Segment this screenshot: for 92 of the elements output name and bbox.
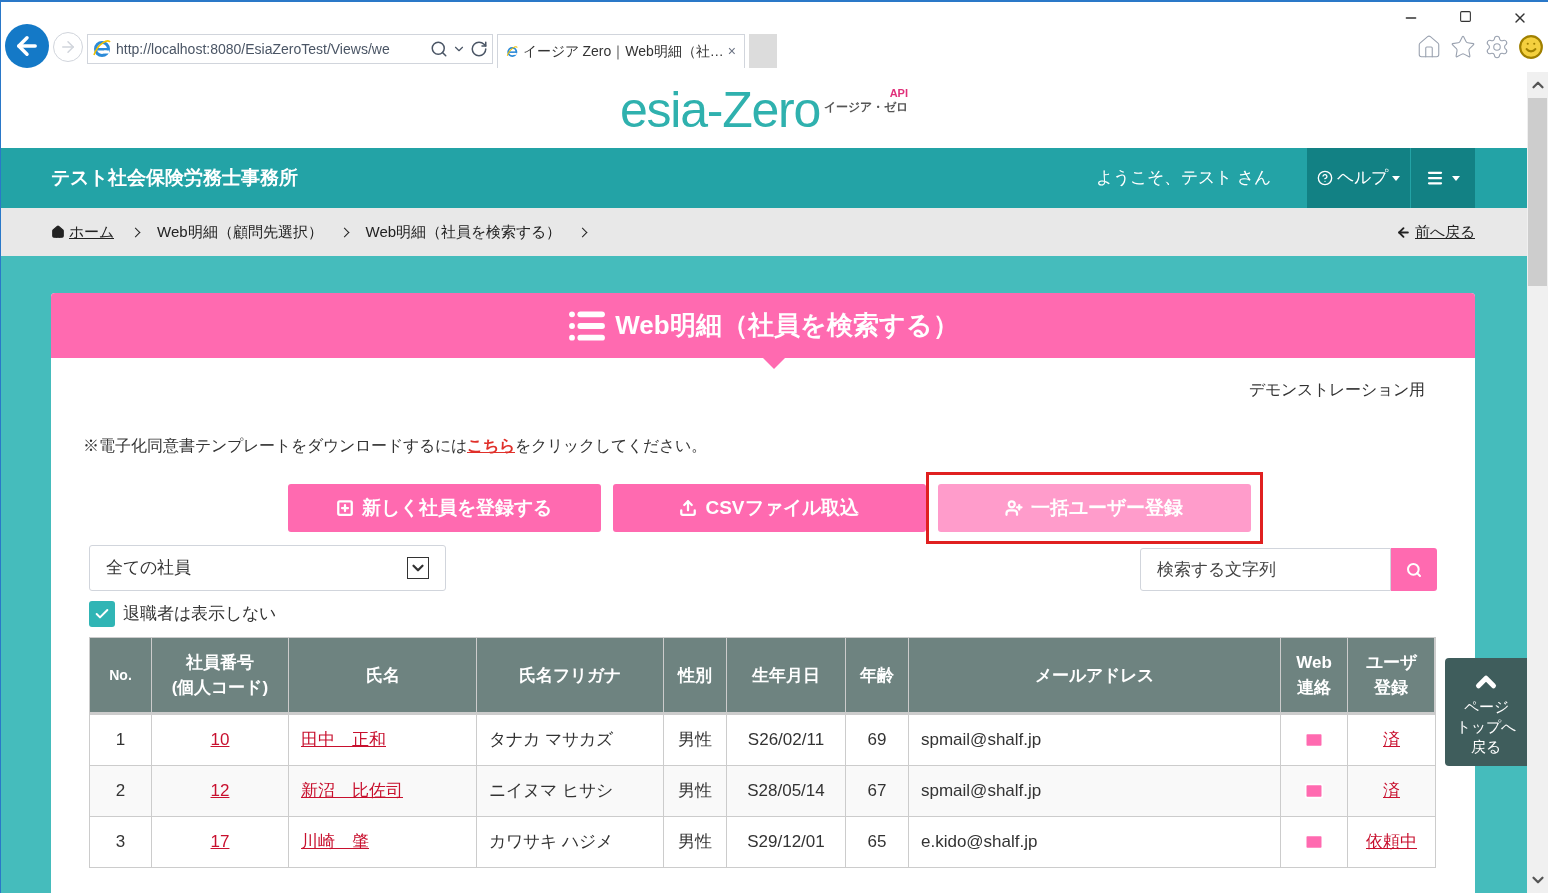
page-top-label: トップへ (1456, 717, 1516, 737)
settings-icon[interactable] (1484, 34, 1510, 60)
demo-label: デモンストレーション用 (1249, 380, 1425, 400)
table-cell: S26/02/11 (727, 715, 846, 765)
user-plus-icon (1005, 499, 1023, 517)
column-header: 氏名 (365, 664, 400, 687)
dropdown-icon (407, 557, 429, 579)
column-header: 年齢 (860, 664, 894, 687)
help-icon (1317, 170, 1333, 186)
scroll-thumb[interactable] (1528, 98, 1547, 286)
home-icon (51, 225, 65, 239)
column-header: 生年月日 (752, 664, 820, 687)
mail-icon[interactable] (1304, 781, 1324, 801)
menu-button[interactable] (1411, 148, 1475, 208)
column-header: メールアドレス (1035, 664, 1154, 687)
checkbox-label: 退職者は表示しない (123, 603, 276, 626)
search-button[interactable] (1391, 548, 1437, 591)
search-field[interactable]: 検索する文字列 (1140, 548, 1391, 591)
table-cell: 65 (846, 817, 909, 867)
table-cell: カワサキ ハジメ (477, 817, 664, 867)
employee-code-link[interactable]: 10 (210, 727, 230, 753)
plus-square-icon (336, 499, 354, 517)
user-status-link[interactable]: 済 (1383, 778, 1400, 804)
user-status-link[interactable]: 済 (1383, 727, 1400, 753)
employee-name-link[interactable]: 川崎 肇 (301, 829, 369, 855)
breadcrumb-item[interactable]: Web明細（顧問先選択） (157, 220, 323, 244)
table-cell: S29/12/01 (727, 817, 846, 867)
search-icon[interactable] (430, 40, 448, 58)
logo-subtitle: イージア・ゼロ (823, 101, 908, 113)
table-cell: 69 (846, 715, 909, 765)
address-bar[interactable]: http://localhost:8080/EsiaZeroTest/Views/we (87, 34, 493, 64)
employee-name-link[interactable]: 新沼 比佐司 (301, 778, 403, 804)
scrollbar[interactable] (1527, 72, 1548, 893)
employee-code-link[interactable]: 12 (210, 778, 230, 804)
tab-title: イージア Zero｜Web明細（社… (522, 42, 724, 62)
breadcrumb-item[interactable]: Web明細（社員を検索する） (365, 220, 562, 244)
employee-filter-select[interactable]: 全ての社員 (89, 545, 446, 591)
star-icon[interactable] (1450, 34, 1476, 60)
column-header: 社員番号 (186, 652, 254, 674)
home-icon[interactable] (1416, 34, 1442, 60)
table-cell: 男性 (664, 817, 727, 867)
notice-text: ※電子化同意書テンプレートをダウンロードするにはこちらをクリックしてください。 (83, 437, 707, 454)
column-header: 性別 (678, 664, 712, 687)
office-name: テスト社会保険労務士事務所 (51, 165, 298, 190)
column-header: (個人コード) (171, 677, 269, 699)
table-cell: e.kido@shalf.jp (909, 817, 1281, 867)
table-cell: 67 (846, 766, 909, 816)
page-title: Web明細（社員を検索する） (615, 309, 959, 342)
column-header: ユーザ (1365, 652, 1417, 674)
caret-icon (1392, 175, 1400, 181)
home-link[interactable]: ホーム (69, 220, 114, 244)
logo-api-label: API (889, 88, 908, 99)
logo-text: esia-Zero (620, 85, 820, 135)
upload-icon (679, 499, 698, 517)
browser-tab[interactable]: イージア Zero｜Web明細（社… × (497, 34, 745, 68)
help-menu[interactable]: ヘルプ (1307, 148, 1411, 208)
refresh-icon[interactable] (470, 40, 488, 58)
smiley-icon[interactable] (1518, 34, 1544, 60)
table-cell: 男性 (664, 766, 727, 816)
table-cell: ニイヌマ ヒサシ (477, 766, 664, 816)
tab-close[interactable]: × (727, 41, 736, 62)
table-cell: spmail@shalf.jp (909, 766, 1281, 816)
column-header: 氏名フリガナ (519, 664, 621, 687)
table-cell: 1 (90, 715, 152, 765)
menu-icon (1426, 169, 1444, 187)
page-top-label: 戻る (1471, 737, 1501, 757)
table-cell: タナカ マサカズ (477, 715, 664, 765)
table-cell: S28/05/14 (727, 766, 846, 816)
back-button[interactable] (5, 24, 49, 68)
column-header: 連絡 (1297, 677, 1331, 699)
employee-name-link[interactable]: 田中 正和 (301, 727, 386, 753)
column-header: No. (109, 665, 132, 685)
caret-icon (1452, 175, 1460, 181)
table-cell: 3 (90, 817, 152, 867)
table-cell: spmail@shalf.jp (909, 715, 1281, 765)
column-header: 登録 (1374, 677, 1408, 699)
table-cell: 2 (90, 766, 152, 816)
search-icon (1406, 561, 1422, 578)
url-text: http://localhost:8080/EsiaZeroTest/Views/we (116, 39, 391, 59)
page-top-label: ページ (1463, 697, 1509, 717)
page-top-button[interactable]: ページ トップへ 戻る (1445, 658, 1527, 766)
checkbox[interactable] (89, 601, 115, 627)
arrow-right-icon (59, 38, 77, 56)
user-status-link[interactable]: 依頼中 (1366, 829, 1417, 855)
employee-code-link[interactable]: 17 (210, 829, 230, 855)
maximize-icon[interactable] (1459, 10, 1472, 23)
back-link[interactable]: 前へ戻る (1415, 220, 1475, 244)
browser-logo-icon (92, 39, 112, 59)
table-cell: 男性 (664, 715, 727, 765)
welcome-text: ようこそ、テスト さん (1096, 167, 1271, 190)
column-header: Web (1296, 652, 1332, 674)
select-value: 全ての社員 (106, 557, 191, 580)
